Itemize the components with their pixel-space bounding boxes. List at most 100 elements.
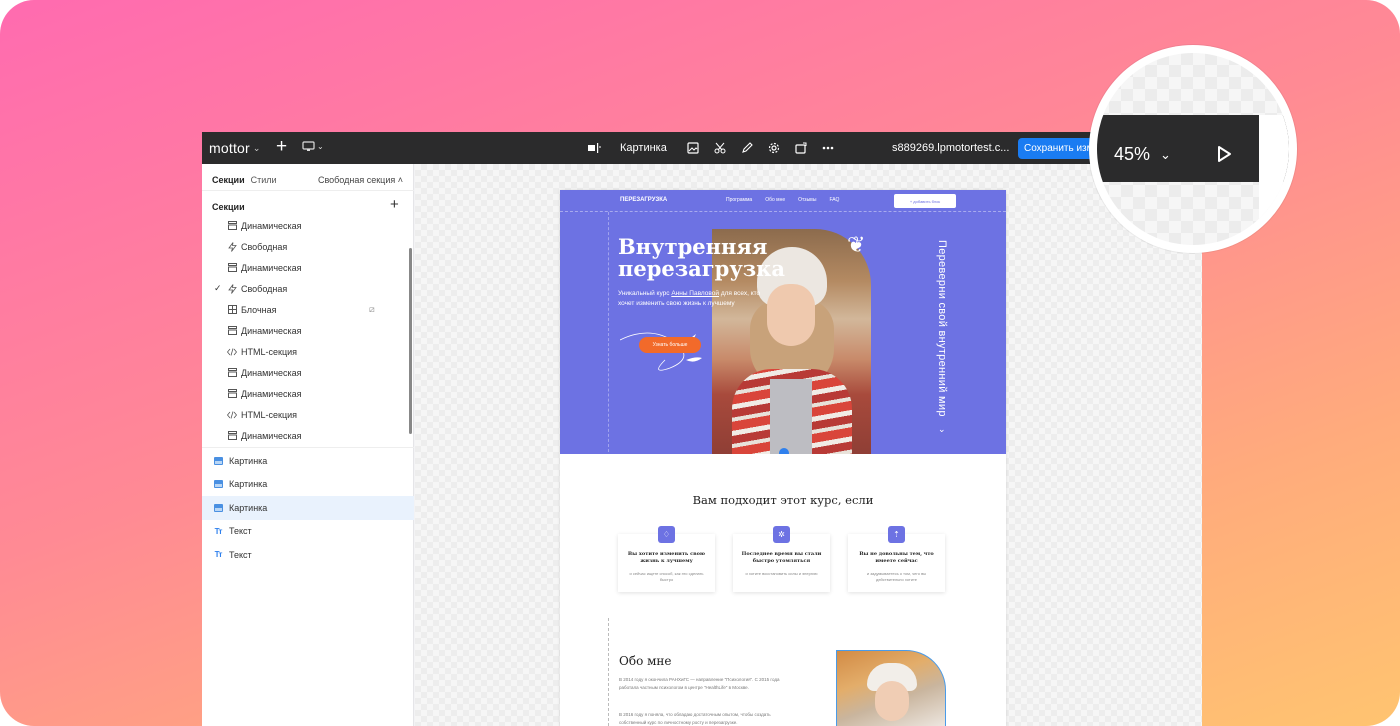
section-label: Динамическая <box>241 220 302 231</box>
menu-item[interactable]: Обо мне <box>765 197 785 203</box>
benefit-card[interactable]: ✲ Последнее время вы стали быстро утомля… <box>733 526 830 592</box>
page-preview: ПЕРЕЗАГРУЗКА Программа Обо мне Отзывы FA… <box>560 190 1006 726</box>
section-list-item[interactable]: HTML-секция <box>202 341 414 362</box>
hero-button[interactable]: Узнать больше <box>639 337 701 353</box>
benefit-card[interactable]: ⇡ Вы не довольны тем, что имеете сейчас … <box>848 526 945 592</box>
logo-text: mottor <box>209 140 250 156</box>
site-domain[interactable]: s889269.lpmotortest.c... <box>892 142 1009 154</box>
preview-top-button[interactable]: + добавить блок <box>894 194 956 208</box>
preview-menu: Программа Обо мне Отзывы FAQ <box>726 197 839 203</box>
crop-icon[interactable] <box>713 141 727 155</box>
gallery-icon[interactable] <box>794 141 808 155</box>
card-title: Вы хотите изменить свою жизнь к лучшему <box>627 551 706 564</box>
benefit-cards: ♢ Вы хотите изменить свою жизнь к лучшем… <box>618 526 945 592</box>
vertical-text[interactable]: Переверни свой внутренний мир <box>936 240 948 417</box>
section-type-dropdown[interactable]: Свободная секция ˄ <box>318 175 403 185</box>
card-subtitle: и задумываетесь о том, чего вы действите… <box>866 571 927 582</box>
chevron-down-icon[interactable]: ⌄ <box>938 424 946 435</box>
hero-title[interactable]: Внутренняя перезагрузка <box>618 236 798 280</box>
section-list-item[interactable]: Свободная <box>202 236 414 257</box>
device-switcher[interactable]: ⌄ <box>302 141 324 152</box>
image-icon <box>213 456 223 466</box>
section-list-item[interactable]: Динамическая <box>202 362 414 383</box>
guide-line <box>560 211 1006 212</box>
dynamic-section-icon <box>227 368 237 378</box>
dynamic-section-icon <box>227 263 237 273</box>
canvas: ПЕРЕЗАГРУЗКА Программа Обо мне Отзывы FA… <box>415 164 1202 726</box>
menu-item[interactable]: FAQ <box>829 197 839 203</box>
add-section-icon[interactable]: + <box>390 196 399 213</box>
monitor-icon <box>302 141 315 151</box>
bell-icon: ♢ <box>658 526 675 543</box>
more-icon[interactable] <box>821 141 835 155</box>
sections-heading: Секции <box>212 202 245 212</box>
text-icon: Tт <box>214 550 223 560</box>
guide-line <box>608 618 609 726</box>
gear-icon[interactable] <box>767 141 781 155</box>
logo-menu[interactable]: mottor ⌄ <box>209 140 261 156</box>
editor-window: mottor ⌄ + ⌄ Картинка s889269.lpmotortes… <box>202 132 1202 726</box>
benefit-card[interactable]: ♢ Вы хотите изменить свою жизнь к лучшем… <box>618 526 715 592</box>
add-element-icon[interactable] <box>779 448 789 454</box>
section-list-item[interactable]: HTML-секция <box>202 404 414 425</box>
section-label: HTML-секция <box>241 346 297 357</box>
tab-styles[interactable]: Стили <box>251 175 277 185</box>
element-list-item[interactable]: Картинка <box>202 473 414 497</box>
menu-item[interactable]: Программа <box>726 197 752 203</box>
photo-detail <box>875 681 909 721</box>
play-icon[interactable] <box>1214 144 1234 164</box>
section-label: Динамическая <box>241 262 302 273</box>
check-icon: ✓ <box>214 283 222 293</box>
dynamic-section-icon <box>227 389 237 399</box>
align-icon[interactable] <box>587 141 601 155</box>
section-label: Динамическая <box>241 367 302 378</box>
section-list-item[interactable]: Динамическая <box>202 215 414 236</box>
element-list-item[interactable]: Tт Текст <box>202 543 414 567</box>
section-label: Свободная <box>241 283 288 294</box>
atom-icon: ✲ <box>773 526 790 543</box>
section-list-item[interactable]: Динамическая <box>202 383 414 404</box>
pencil-icon[interactable] <box>740 141 754 155</box>
element-list-item[interactable]: Tт Текст <box>202 520 414 544</box>
free-section-icon <box>227 283 237 294</box>
section-list-item[interactable]: Динамическая <box>202 320 414 341</box>
about-paragraph[interactable]: В 2016 году я поняла, что обладаю достат… <box>619 711 797 726</box>
hero-title-line: Внутренняя <box>618 234 768 259</box>
element-list-item[interactable]: Картинка <box>202 496 414 520</box>
edit-block-icon[interactable]: ⧄ <box>369 304 375 315</box>
image-icon[interactable] <box>686 141 700 155</box>
section-type-label: Свободная секция <box>317 175 396 185</box>
element-list-item[interactable]: Картинка <box>202 449 414 473</box>
chevron-down-icon: ⌄ <box>252 142 261 153</box>
section-list-item[interactable]: Блочная ⧄ <box>202 299 414 320</box>
hero-section[interactable]: ПЕРЕЗАГРУЗКА Программа Обо мне Отзывы FA… <box>560 190 1006 454</box>
fit-section-title[interactable]: Вам подходит этот курс, если <box>560 493 1006 507</box>
dynamic-section-icon <box>227 326 237 336</box>
image-icon <box>213 503 223 513</box>
card-subtitle: и хотите восстановить силы и энергию <box>745 571 818 576</box>
hero-subtitle-link[interactable]: Анны Павловой <box>671 290 719 297</box>
section-list-item[interactable]: Динамическая <box>202 257 414 278</box>
scrollbar[interactable] <box>409 248 412 434</box>
element-label: Картинка <box>229 502 268 513</box>
tab-sections[interactable]: Секции <box>212 175 245 185</box>
about-title[interactable]: Обо мне <box>619 654 672 668</box>
about-photo[interactable] <box>836 650 946 726</box>
top-toolbar: mottor ⌄ + ⌄ Картинка s889269.lpmotortes… <box>202 132 1202 164</box>
brand-text: ПЕРЕЗАГРУЗКА <box>620 197 668 203</box>
section-label: Динамическая <box>241 430 302 441</box>
hero-subtitle[interactable]: Уникальный курс Анны Павловой для всех, … <box>618 289 778 309</box>
section-list-item[interactable]: ✓ Свободная <box>202 278 414 299</box>
card-title: Последнее время вы стали быстро утомлять… <box>741 551 822 564</box>
zoom-dropdown[interactable]: 45% ⌄ <box>1114 144 1171 165</box>
section-list-item[interactable]: Динамическая <box>202 425 414 446</box>
arrow-up-icon: ⇡ <box>888 526 905 543</box>
menu-item[interactable]: Отзывы <box>798 197 816 203</box>
element-label: Текст <box>229 549 252 560</box>
element-list: Картинка Картинка Картинка Tт Текст Tт Текст <box>202 449 414 567</box>
dynamic-section-icon <box>227 221 237 231</box>
divider <box>202 447 414 448</box>
add-icon[interactable]: + <box>276 136 287 158</box>
image-icon <box>213 479 223 489</box>
about-paragraph[interactable]: В 2014 году я окончила РАНХиГС — направл… <box>619 676 797 692</box>
